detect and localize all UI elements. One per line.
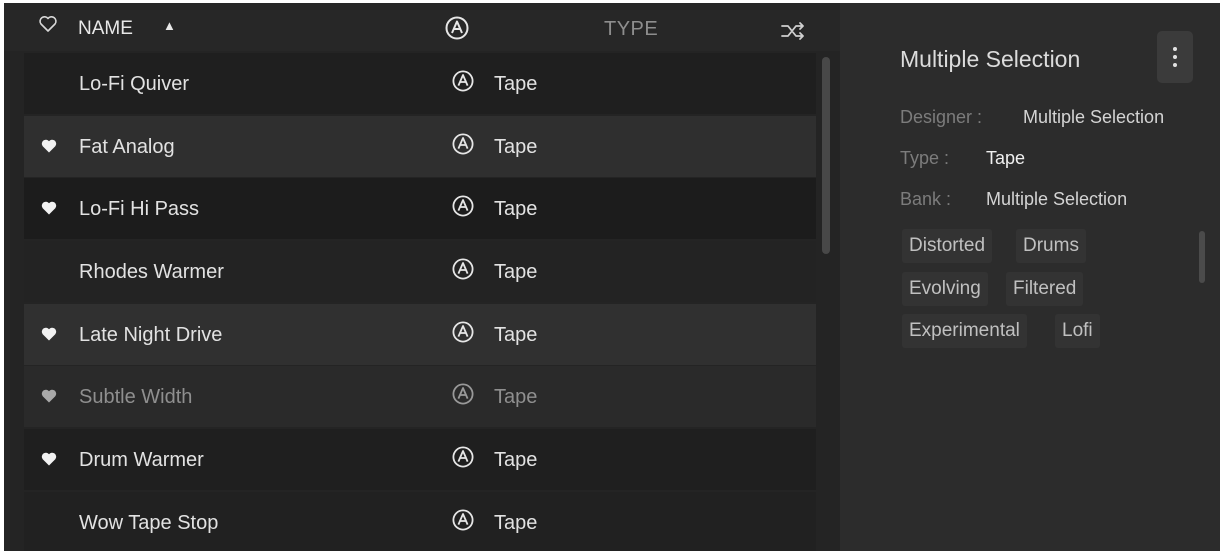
preset-row[interactable]: Lo-Fi Hi Pass Tape (24, 178, 816, 240)
preset-name: Drum Warmer (79, 449, 204, 472)
type-value: Tape (986, 148, 1026, 168)
preset-type: Tape (494, 73, 538, 95)
arturia-a-icon (452, 195, 474, 217)
preset-row[interactable]: Late Night Drive Tape (24, 303, 816, 365)
preset-type: Tape (494, 511, 538, 534)
vertical-ellipsis-icon (1173, 55, 1177, 59)
preset-rows: Lo-Fi Quiver Tape Fat Analog Tape Lo-Fi Hi P… (24, 53, 816, 551)
preset-name: Late Night Drive (79, 323, 223, 346)
tag-chip[interactable]: Drums (1016, 229, 1086, 263)
bank-value: Multiple Selection (986, 189, 1128, 209)
arturia-a-icon (452, 70, 474, 92)
arturia-a-icon (452, 446, 474, 468)
preset-row[interactable]: Fat Analog Tape (24, 115, 816, 177)
column-header-name[interactable]: NAME (78, 18, 133, 40)
detail-title: Multiple Selection (900, 46, 1081, 72)
preset-row[interactable]: Wow Tape Stop Tape (24, 491, 816, 551)
preset-name: Wow Tape Stop (79, 511, 219, 534)
tag-chip[interactable]: Experimental (902, 314, 1027, 348)
shuffle-icon[interactable] (779, 19, 807, 43)
designer-label: Designer : (900, 107, 983, 127)
list-header: NAME ▲ TYPE (4, 3, 840, 51)
preset-type: Tape (494, 449, 538, 472)
type-label: Type : (900, 148, 950, 168)
column-header-type[interactable]: TYPE (604, 18, 658, 41)
preset-list-pane: NAME ▲ TYPE Lo-Fi Quiver Tape Fat Analog Ta… (4, 3, 840, 551)
preset-type: Tape (494, 261, 538, 284)
preset-row[interactable]: Rhodes Warmer Tape (24, 241, 816, 303)
preset-browser: NAME ▲ TYPE Lo-Fi Quiver Tape Fat Analog Ta… (4, 3, 1220, 551)
sort-ascending-icon[interactable]: ▲ (163, 18, 176, 33)
heart-outline-icon[interactable] (38, 14, 58, 34)
heart-icon[interactable] (40, 387, 58, 405)
tags-scrollbar[interactable] (1199, 231, 1205, 283)
arturia-a-icon (452, 383, 474, 405)
preset-row[interactable]: Lo-Fi Quiver Tape (24, 53, 816, 114)
heart-icon[interactable] (40, 450, 58, 468)
preset-row[interactable]: Drum Warmer Tape (24, 429, 816, 491)
arturia-a-icon (452, 133, 474, 155)
arturia-a-icon[interactable] (444, 15, 470, 41)
preset-name: Fat Analog (79, 135, 175, 158)
preset-type: Tape (494, 323, 538, 346)
preset-type: Tape (494, 135, 538, 158)
preset-type: Tape (494, 386, 538, 409)
more-options-button[interactable] (1157, 31, 1193, 83)
preset-name: Rhodes Warmer (79, 261, 224, 284)
arturia-a-icon (452, 258, 474, 280)
arturia-a-icon (452, 321, 474, 343)
detail-pane: Multiple Selection Designer : Multiple S… (842, 3, 1220, 551)
vertical-ellipsis-icon (1173, 47, 1177, 51)
preset-name: Lo-Fi Hi Pass (79, 198, 200, 221)
preset-name: Subtle Width (79, 386, 193, 409)
tag-chip[interactable]: Filtered (1006, 272, 1084, 306)
preset-type: Tape (494, 198, 538, 221)
heart-icon[interactable] (40, 325, 58, 343)
tag-chip[interactable]: Evolving (902, 272, 988, 306)
designer-value: Multiple Selection (1023, 107, 1165, 127)
vertical-ellipsis-icon (1173, 63, 1177, 67)
list-scrollbar[interactable] (822, 57, 830, 254)
heart-icon[interactable] (40, 137, 58, 155)
arturia-a-icon (452, 509, 474, 531)
tag-chip[interactable]: Distorted (902, 229, 993, 263)
bank-label: Bank : (900, 189, 952, 209)
tag-chip[interactable]: Lofi (1055, 314, 1100, 348)
preset-name: Lo-Fi Quiver (79, 73, 190, 95)
heart-icon[interactable] (40, 199, 58, 217)
preset-row[interactable]: Subtle Width Tape (24, 366, 816, 428)
